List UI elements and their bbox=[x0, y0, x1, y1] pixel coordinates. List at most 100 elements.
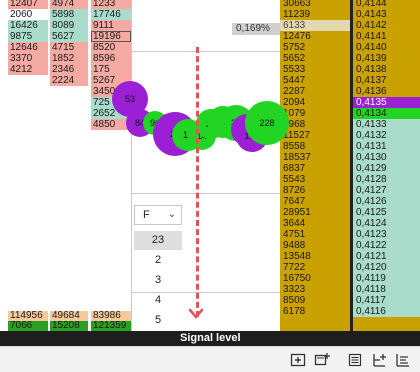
order-column-2: 4974 5898 8089 5627 4715 1852 2346 2224 49684 152… bbox=[50, 0, 88, 346]
cell: 12476 bbox=[283, 31, 311, 42]
cell: 12407 bbox=[8, 0, 48, 9]
cell: 0,4134 bbox=[353, 108, 420, 119]
cell: 0,4116 bbox=[353, 306, 420, 317]
cell: 5267 bbox=[91, 75, 131, 86]
trade-bubble: 95 bbox=[231, 114, 263, 146]
cell: 7647 bbox=[283, 196, 306, 207]
cell: 1852 bbox=[50, 53, 88, 64]
cell: 11527 bbox=[283, 130, 311, 141]
trade-bubble: 85 bbox=[207, 106, 239, 138]
percent-change-badge: 0,169% bbox=[232, 23, 280, 35]
cell: 0,4123 bbox=[353, 229, 420, 240]
tree-settings-icon[interactable] bbox=[371, 352, 387, 368]
chart-horizontal-gridline bbox=[132, 51, 280, 52]
cell: 6178 bbox=[283, 306, 306, 317]
cell: 0,4143 bbox=[356, 9, 387, 20]
cell: 0,4125 bbox=[353, 207, 420, 218]
cell: 0,4142 bbox=[356, 20, 387, 31]
cell: 7722 bbox=[283, 262, 306, 273]
trading-app: 12407 2060 16426 9875 12646 3370 4212 114956 706… bbox=[0, 0, 420, 372]
cell: 3644 bbox=[283, 218, 306, 229]
cell: 0,4128 bbox=[353, 174, 420, 185]
price-column: 0,4144 0,4143 0,4142 0,4141 0,4140 0,4139 0,41… bbox=[353, 0, 420, 346]
volume-column: 30663 11239 6133 12476 5752 5652 5533 5447 2287 2… bbox=[280, 0, 350, 346]
trade-bubble: 28 bbox=[164, 112, 188, 136]
cell: 18537 bbox=[283, 152, 311, 163]
cell: 0,4138 bbox=[356, 64, 387, 75]
cell: 4751 bbox=[283, 229, 306, 240]
cell: 8558 bbox=[283, 141, 306, 152]
timeframe-option[interactable]: 23 bbox=[134, 231, 182, 250]
add-chart-icon[interactable] bbox=[290, 352, 306, 368]
cell: 5752 bbox=[283, 42, 306, 53]
cell: 8726 bbox=[283, 185, 306, 196]
price-column-divider bbox=[350, 0, 353, 346]
cell: 9488 bbox=[283, 240, 306, 251]
cell: 5447 bbox=[283, 75, 306, 86]
cell: 2094 bbox=[283, 97, 306, 108]
cell: 8509 bbox=[283, 295, 306, 306]
cell: 0,4131 bbox=[353, 141, 420, 152]
add-window-icon[interactable] bbox=[314, 352, 330, 368]
cell: 9875 bbox=[8, 31, 48, 42]
cell: 2224 bbox=[50, 75, 88, 86]
cell: 0,4140 bbox=[356, 42, 387, 53]
cell: 5543 bbox=[283, 174, 306, 185]
cell: 5533 bbox=[283, 64, 306, 75]
timeframe-dropdown[interactable]: F ⌄ bbox=[134, 205, 182, 225]
trade-bubble: 165 bbox=[236, 120, 268, 152]
timeframe-option[interactable]: 2 bbox=[134, 251, 182, 270]
trade-bubble: 14 bbox=[188, 122, 216, 150]
cell: 0,4130 bbox=[353, 152, 420, 163]
cell: 17746 bbox=[91, 9, 131, 20]
cell: 12646 bbox=[8, 42, 48, 53]
cell: 114956 bbox=[8, 311, 48, 321]
cell: 5898 bbox=[50, 9, 88, 20]
cell: 0,4137 bbox=[356, 75, 387, 86]
cell: 0,4132 bbox=[353, 130, 420, 141]
cell: 2652 bbox=[91, 108, 131, 119]
trade-bubble: 39 bbox=[218, 105, 254, 141]
chart-horizontal-gridline bbox=[132, 193, 280, 194]
cell: 8520 bbox=[91, 42, 131, 53]
list-icon[interactable] bbox=[347, 352, 363, 368]
cell: 4974 bbox=[50, 0, 88, 9]
trade-bubble: 10 bbox=[172, 119, 204, 151]
cell: 3450 bbox=[91, 86, 131, 97]
cell: 4212 bbox=[8, 64, 48, 75]
signal-arrow-line[interactable] bbox=[196, 47, 199, 317]
cell: 4850 bbox=[91, 119, 131, 130]
cell: 8089 bbox=[50, 20, 88, 31]
cell: 0,4117 bbox=[353, 295, 420, 306]
cell: 3323 bbox=[283, 284, 306, 295]
cell: 2346 bbox=[50, 64, 88, 75]
cell: 6133 bbox=[280, 20, 350, 31]
order-column-3: 1233 17746 9111 19196 8520 8596 175 5267 3450 725… bbox=[91, 0, 131, 346]
cell: 1233 bbox=[91, 0, 131, 9]
cell: 121359 bbox=[91, 321, 131, 331]
cell: 4715 bbox=[50, 42, 88, 53]
cell: 15208 bbox=[50, 321, 88, 331]
cell: 0,4139 bbox=[356, 53, 387, 64]
cell: 0,4119 bbox=[353, 273, 420, 284]
cell: 28951 bbox=[283, 207, 311, 218]
cell: 0,4124 bbox=[353, 218, 420, 229]
timeframe-option[interactable]: 4 bbox=[134, 291, 182, 310]
chevron-down-icon: ⌄ bbox=[167, 209, 176, 220]
cell: 9111 bbox=[91, 20, 131, 31]
cell: 0,4121 bbox=[353, 251, 420, 262]
timeframe-option[interactable]: 5 bbox=[134, 311, 182, 330]
cell: 3968 bbox=[283, 119, 306, 130]
cell: 0,4122 bbox=[353, 240, 420, 251]
filter-list-icon[interactable] bbox=[395, 352, 411, 368]
cell: 13548 bbox=[283, 251, 311, 262]
cell: 0,4144 bbox=[356, 0, 387, 9]
cell: 3370 bbox=[8, 53, 48, 64]
cell: 6837 bbox=[283, 163, 306, 174]
cell: 8596 bbox=[91, 53, 131, 64]
cell: 0,4135 bbox=[353, 97, 420, 108]
chart-vertical-gridline bbox=[131, 0, 132, 331]
timeframe-selected: F bbox=[143, 209, 150, 221]
cell: 725 bbox=[91, 97, 131, 108]
timeframe-option[interactable]: 3 bbox=[134, 271, 182, 290]
